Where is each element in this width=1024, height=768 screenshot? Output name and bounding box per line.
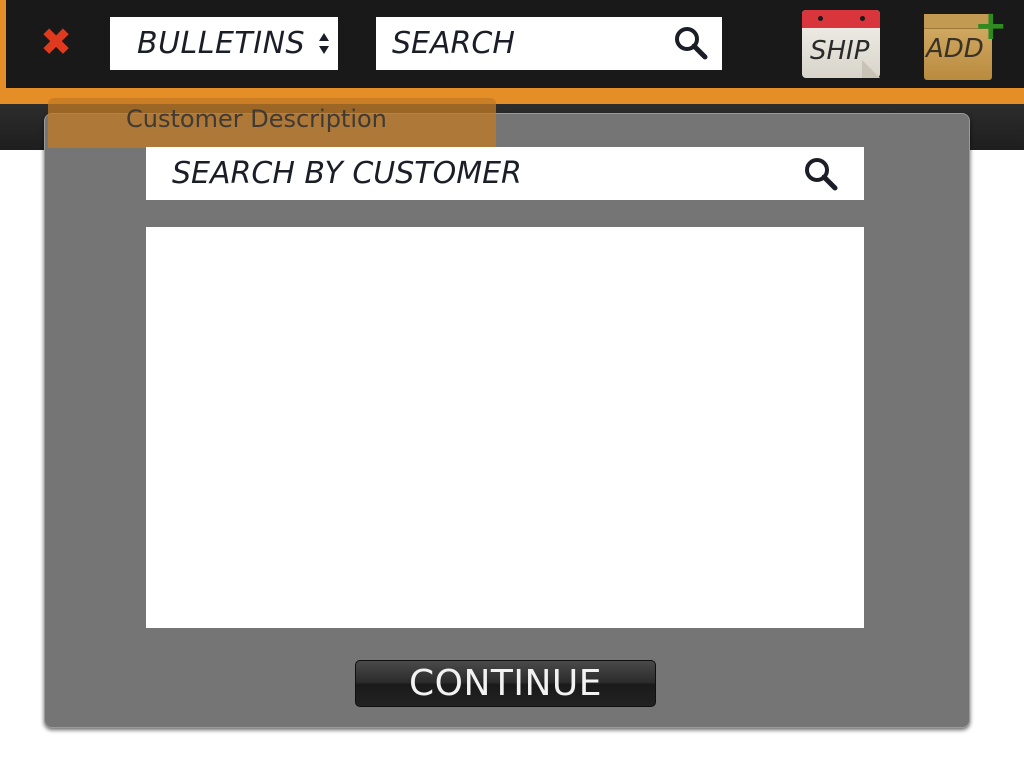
tab-label: Customer Description <box>126 105 387 133</box>
close-button[interactable]: ✖ <box>36 22 76 62</box>
customer-results-list[interactable] <box>146 227 864 628</box>
select-arrows-icon <box>319 33 329 54</box>
close-icon: ✖ <box>40 20 72 64</box>
plus-icon: + <box>974 3 1008 49</box>
add-button[interactable]: ADD + <box>924 3 1008 82</box>
search-icon[interactable] <box>804 157 838 191</box>
search-icon[interactable] <box>674 26 708 60</box>
continue-button[interactable]: CONTINUE <box>355 660 656 707</box>
customer-search-input[interactable] <box>146 147 786 200</box>
ship-button[interactable]: SHIP <box>802 10 880 80</box>
app: ✖ BULLETINS SHIP A <box>0 0 1024 768</box>
customer-description-tab[interactable]: Customer Description <box>48 98 496 148</box>
calendar-header <box>802 10 880 28</box>
customer-search-box <box>146 147 864 200</box>
top-toolbar: ✖ BULLETINS SHIP A <box>0 0 1024 88</box>
bulletins-select[interactable]: BULLETINS <box>110 17 338 70</box>
bulletins-select-value: BULLETINS <box>137 26 306 61</box>
ship-button-label: SHIP <box>810 36 870 66</box>
top-search-box <box>376 17 722 70</box>
search-input[interactable] <box>376 17 666 70</box>
calendar-ring <box>860 16 865 21</box>
calendar-ring <box>818 16 823 21</box>
